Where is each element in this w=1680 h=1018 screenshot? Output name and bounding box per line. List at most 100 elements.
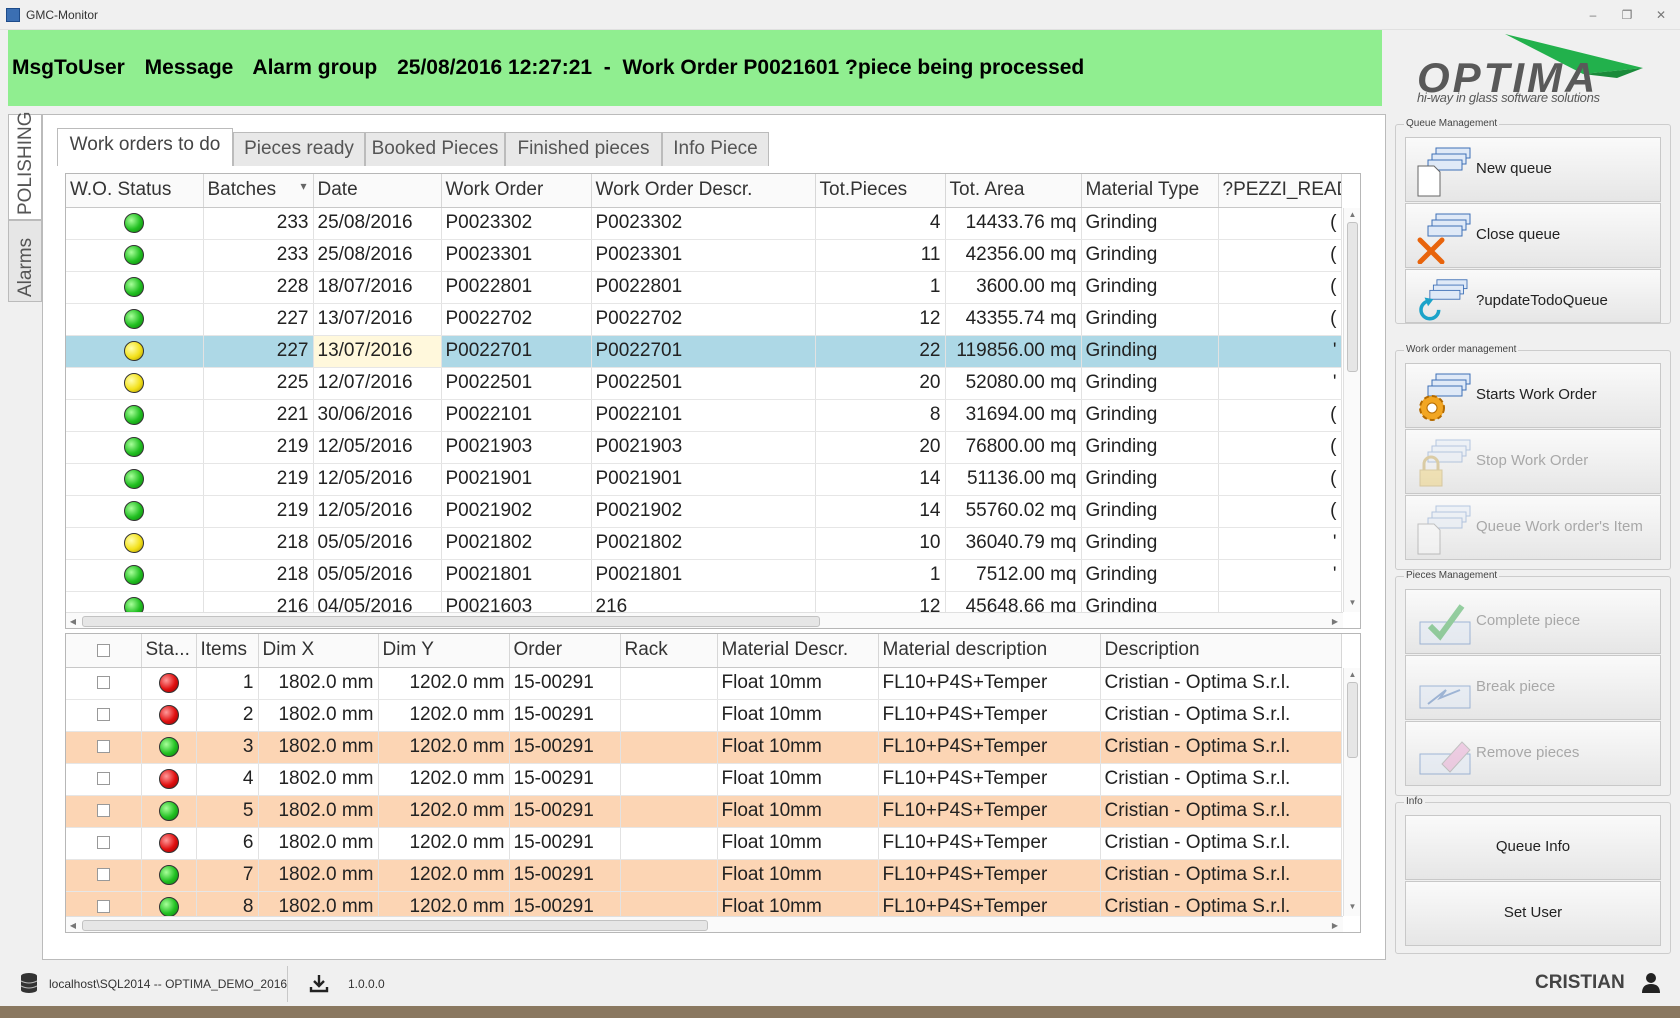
wo-status-cell [66, 335, 204, 368]
hscroll-thumb[interactable] [82, 920, 708, 931]
complete-piece-button[interactable]: Complete piece [1405, 589, 1661, 654]
table-row[interactable]: 227 13/07/2016 P0022702 P0022702 12 43355.74 … [66, 303, 1342, 336]
col-rack[interactable]: Rack [620, 634, 718, 668]
table-row[interactable]: 228 18/07/2016 P0022801 P0022801 1 3600.00 mq… [66, 271, 1342, 304]
select-cell[interactable] [66, 859, 142, 892]
col-work-order-descr[interactable]: Work Order Descr. [591, 174, 816, 208]
table-row[interactable]: 227 13/07/2016 P0022701 P0022701 22 119856.00… [66, 335, 1342, 368]
side-tab-alarms[interactable]: Alarms [8, 220, 42, 302]
col-date[interactable]: Date [313, 174, 442, 208]
col-work-order[interactable]: Work Order [441, 174, 592, 208]
queue-work-order-item-button[interactable]: Queue Work order's Item [1405, 495, 1661, 560]
tab-booked-pieces[interactable]: Booked Pieces [365, 132, 505, 166]
close-window-button[interactable]: ✕ [1651, 6, 1671, 24]
row-checkbox[interactable] [96, 708, 110, 722]
select-cell[interactable] [66, 763, 142, 796]
table-row[interactable]: 219 12/05/2016 P0021901 P0021901 14 51136.00 … [66, 463, 1342, 496]
col-batches[interactable]: Batches ▾ [203, 174, 314, 208]
scroll-right-icon[interactable]: ▶ [1328, 917, 1342, 932]
scroll-right-icon[interactable]: ▶ [1328, 613, 1342, 628]
table-row[interactable]: 6 1802.0 mm 1202.0 mm 15-00291 Float 10mm FL1… [66, 827, 1342, 860]
work-orders-hscroll[interactable]: ◀ ▶ [66, 612, 1343, 628]
minimize-button[interactable]: ‒ [1583, 6, 1603, 24]
table-row[interactable]: 221 30/06/2016 P0022101 P0022101 8 31694.00 m… [66, 399, 1342, 432]
col-items[interactable]: Items [196, 634, 259, 668]
user-icon[interactable] [1640, 972, 1662, 994]
side-tab-polishing[interactable]: POLISHING [8, 112, 42, 220]
row-checkbox[interactable] [96, 900, 110, 914]
tab-pieces-ready[interactable]: Pieces ready [233, 132, 365, 166]
new-queue-button[interactable]: New queue [1405, 137, 1661, 202]
select-cell[interactable] [66, 795, 142, 828]
col-select-all[interactable] [66, 634, 142, 668]
col-dim-y[interactable]: Dim Y [378, 634, 510, 668]
row-checkbox[interactable] [96, 676, 110, 690]
table-row[interactable]: 225 12/07/2016 P0022501 P0022501 20 52080.00 … [66, 367, 1342, 400]
work-order-cell: P0021902 [441, 495, 592, 528]
work-orders-vscroll[interactable]: ▲ ▼ [1343, 208, 1360, 612]
pieces-vscroll[interactable]: ▲ ▼ [1343, 668, 1360, 916]
tot-pieces-cell: 10 [815, 527, 946, 560]
scroll-left-icon[interactable]: ◀ [66, 917, 80, 932]
pieces-hscroll[interactable]: ◀ ▶ [66, 916, 1343, 932]
scroll-down-icon[interactable]: ▼ [1344, 596, 1360, 610]
table-row[interactable]: 218 05/05/2016 P0021802 P0021802 10 36040.79 … [66, 527, 1342, 560]
select-cell[interactable] [66, 667, 142, 700]
restore-button[interactable]: ❐ [1617, 6, 1637, 24]
row-checkbox[interactable] [96, 804, 110, 818]
table-row[interactable]: 233 25/08/2016 P0023302 P0023302 4 14433.76 m… [66, 207, 1342, 240]
col-material-description[interactable]: Material description [878, 634, 1101, 668]
col-pezzi-ready[interactable]: ?PEZZI_READY [1218, 174, 1342, 208]
table-row[interactable]: 219 12/05/2016 P0021902 P0021902 14 55760.02 … [66, 495, 1342, 528]
col-status[interactable]: Sta... [141, 634, 197, 668]
close-queue-button[interactable]: Close queue [1405, 203, 1661, 268]
app-window: GMC-Monitor ‒ ❐ ✕ MsgToUser Message Alar… [0, 0, 1680, 1018]
select-cell[interactable] [66, 699, 142, 732]
select-cell[interactable] [66, 731, 142, 764]
table-row[interactable]: 4 1802.0 mm 1202.0 mm 15-00291 Float 10mm FL1… [66, 763, 1342, 796]
col-dim-x[interactable]: Dim X [258, 634, 379, 668]
break-piece-button[interactable]: Break piece [1405, 655, 1661, 720]
col-tot-area[interactable]: Tot. Area [945, 174, 1082, 208]
row-checkbox[interactable] [96, 836, 110, 850]
order-cell: 15-00291 [509, 859, 621, 892]
tab-work-orders-to-do[interactable]: Work orders to do [57, 128, 233, 166]
remove-pieces-button[interactable]: Remove pieces [1405, 721, 1661, 786]
select-cell[interactable] [66, 827, 142, 860]
tab-info-piece[interactable]: Info Piece [662, 132, 769, 166]
table-row[interactable]: 219 12/05/2016 P0021903 P0021903 20 76800.00 … [66, 431, 1342, 464]
queue-info-button[interactable]: Queue Info [1405, 815, 1661, 880]
col-tot-pieces[interactable]: Tot.Pieces [815, 174, 946, 208]
scroll-down-icon[interactable]: ▼ [1344, 900, 1360, 914]
starts-work-order-button[interactable]: Starts Work Order [1405, 363, 1661, 428]
table-row[interactable]: 3 1802.0 mm 1202.0 mm 15-00291 Float 10mm FL1… [66, 731, 1342, 764]
version-label: 1.0.0.0 [348, 977, 385, 991]
scroll-up-icon[interactable]: ▲ [1344, 208, 1360, 222]
row-checkbox[interactable] [96, 740, 110, 754]
scroll-left-icon[interactable]: ◀ [66, 613, 80, 628]
row-checkbox[interactable] [96, 772, 110, 786]
scroll-up-icon[interactable]: ▲ [1344, 668, 1360, 682]
col-order[interactable]: Order [509, 634, 621, 668]
table-row[interactable]: 2 1802.0 mm 1202.0 mm 15-00291 Float 10mm FL1… [66, 699, 1342, 732]
stop-work-order-button[interactable]: Stop Work Order [1405, 429, 1661, 494]
download-icon[interactable] [309, 973, 329, 993]
table-row[interactable]: 7 1802.0 mm 1202.0 mm 15-00291 Float 10mm FL1… [66, 859, 1342, 892]
row-checkbox[interactable] [96, 868, 110, 882]
update-todo-queue-button[interactable]: ?updateTodoQueue [1405, 269, 1661, 323]
tab-finished-pieces[interactable]: Finished pieces [505, 132, 662, 166]
scroll-thumb[interactable] [1347, 682, 1358, 758]
set-user-button[interactable]: Set User [1405, 881, 1661, 946]
col-wo-status[interactable]: W.O. Status [66, 174, 204, 208]
table-row[interactable]: 5 1802.0 mm 1202.0 mm 15-00291 Float 10mm FL1… [66, 795, 1342, 828]
col-material-descr[interactable]: Material Descr. [717, 634, 879, 668]
select-all-checkbox[interactable] [96, 643, 110, 657]
hscroll-thumb[interactable] [82, 616, 820, 627]
scroll-thumb[interactable] [1347, 222, 1358, 372]
wo-status-cell [66, 431, 204, 464]
col-description[interactable]: Description [1100, 634, 1342, 668]
table-row[interactable]: 1 1802.0 mm 1202.0 mm 15-00291 Float 10mm FL1… [66, 667, 1342, 700]
table-row[interactable]: 233 25/08/2016 P0023301 P0023301 11 42356.00 … [66, 239, 1342, 272]
col-material-type[interactable]: Material Type [1081, 174, 1219, 208]
table-row[interactable]: 218 05/05/2016 P0021801 P0021801 1 7512.00 mq… [66, 559, 1342, 592]
